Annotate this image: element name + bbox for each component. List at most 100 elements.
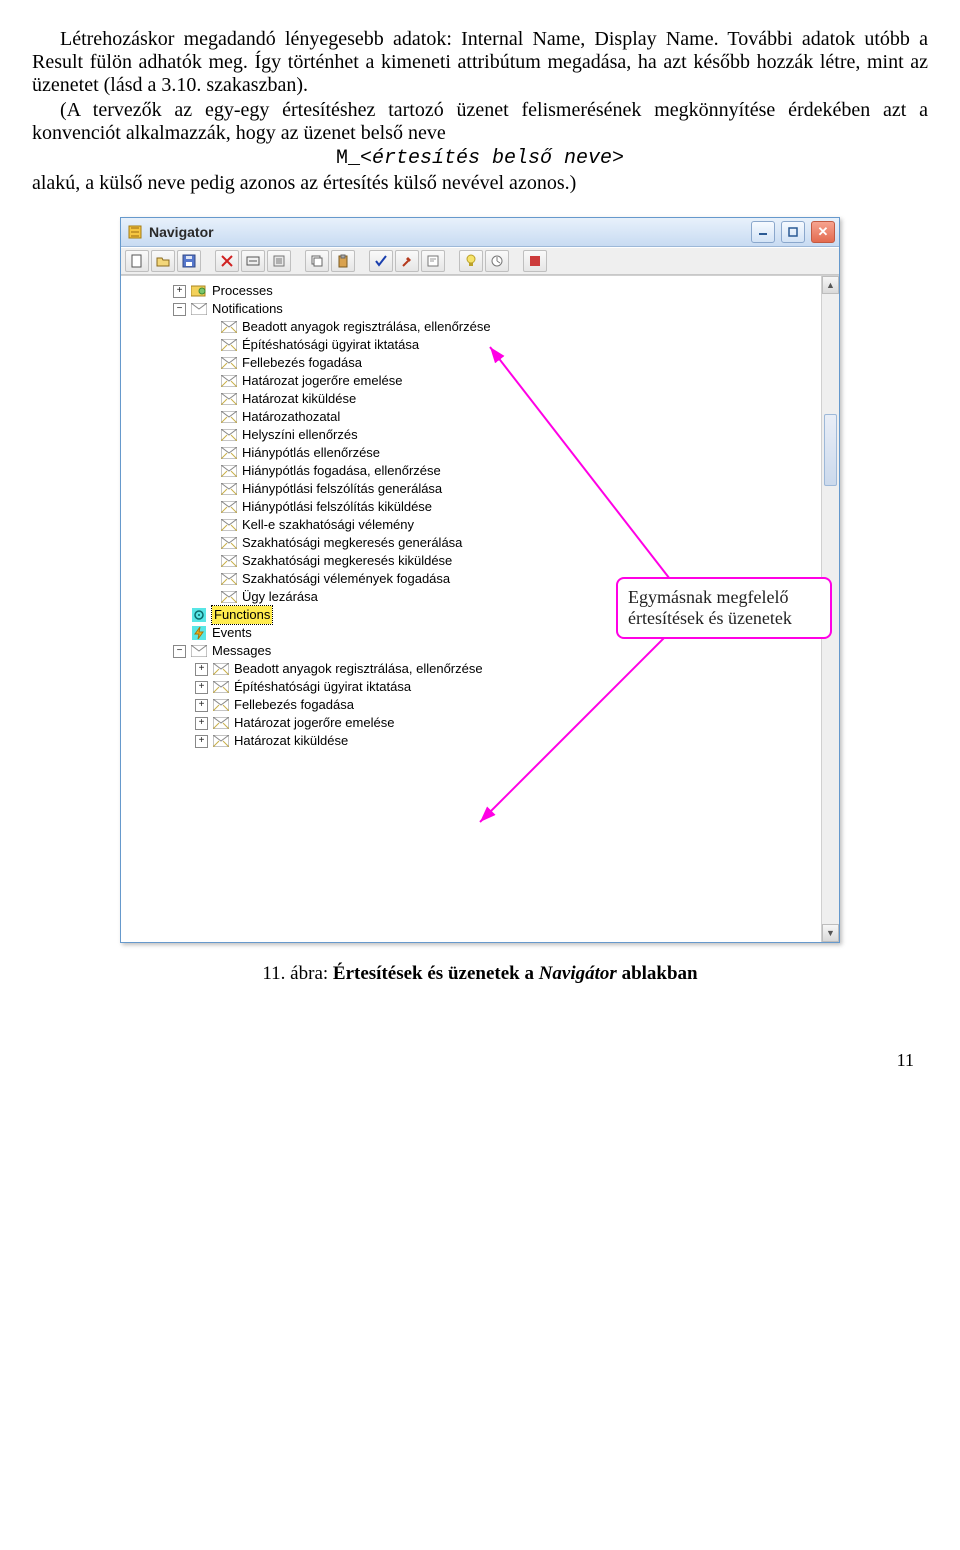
envelope-icon [221,374,237,388]
tree-leaf-notification[interactable]: Hiánypótlás ellenőrzése [133,444,821,462]
toolbar-paste[interactable] [331,250,355,272]
envelope-icon [221,338,237,352]
toolbar-open[interactable] [151,250,175,272]
app-icon [127,224,143,240]
tree-leaf-notification[interactable]: Határozat jogerőre emelése [133,372,821,390]
tree-label: Határozat jogerőre emelése [234,714,394,732]
envelope-icon [221,482,237,496]
tree-leaf-message[interactable]: + Határozat kiküldése [133,732,821,750]
tree-label: Functions [212,606,272,624]
scroll-down-button[interactable]: ▼ [822,924,839,942]
toolbar-properties[interactable] [267,250,291,272]
tree-leaf-message[interactable]: + Építéshatósági ügyirat iktatása [133,678,821,696]
tree-label: Notifications [212,300,283,318]
tree-label: Határozat kiküldése [242,390,356,408]
tree-label: Hiánypótlás ellenőrzése [242,444,380,462]
tree-leaf-notification[interactable]: Építéshatósági ügyirat iktatása [133,336,821,354]
tree-node-processes[interactable]: + Processes [133,282,821,300]
toolbar-save[interactable] [177,250,201,272]
toolbar-idea[interactable] [459,250,483,272]
envelope-icon [221,428,237,442]
process-icon [191,284,207,298]
tree-label: Kell-e szakhatósági vélemény [242,516,414,534]
envelope-icon [221,554,237,568]
scroll-up-button[interactable]: ▲ [822,276,839,294]
tree-node-notifications[interactable]: − Notifications [133,300,821,318]
tree-leaf-message[interactable]: +Beadott anyagok regisztrálása, ellenőrz… [133,660,821,678]
tree-label: Messages [212,642,271,660]
tree-leaf-notification[interactable]: Szakhatósági megkeresés kiküldése [133,552,821,570]
envelope-icon [221,320,237,334]
maximize-button[interactable] [781,221,805,243]
envelope-icon [221,446,237,460]
scroll-thumb[interactable] [824,414,837,486]
envelope-icon [221,590,237,604]
tree-label: Hiánypótlási felszólítás generálása [242,480,442,498]
envelope-icon [221,356,237,370]
naming-formula: M_<értesítés belső neve> [32,147,928,170]
expander-icon[interactable]: + [173,285,186,298]
tree-node-messages[interactable]: − Messages [133,642,821,660]
navigator-figure: Navigator ✕ [120,217,840,943]
tree-label: Hiánypótlási felszólítás kiküldése [242,498,432,516]
tree-leaf-notification[interactable]: Hiánypótlási felszólítás generálása [133,480,821,498]
tree-leaf-notification[interactable]: Határozathozatal [133,408,821,426]
tree-leaf-notification[interactable]: Helyszíni ellenőrzés [133,426,821,444]
toolbar-new[interactable] [125,250,149,272]
envelope-icon [213,716,229,730]
tree-label: Szakhatósági megkeresés generálása [242,534,462,552]
tree-leaf-notification[interactable]: Beadott anyagok regisztrálása, ellenőrzé… [133,318,821,336]
tree-label: Építéshatósági ügyirat iktatása [242,336,419,354]
toolbar-check[interactable] [369,250,393,272]
toolbar-tools[interactable] [395,250,419,272]
envelope-icon [221,518,237,532]
toolbar-clock[interactable] [485,250,509,272]
minimize-button[interactable] [751,221,775,243]
caption-number: 11. ábra: [262,963,333,984]
toolbar-copy[interactable] [305,250,329,272]
envelope-icon [213,734,229,748]
tree-leaf-notification[interactable]: Határozat kiküldése [133,390,821,408]
envelope-icon [191,302,207,316]
paragraph-3: alakú, a külső neve pedig azonos az érte… [32,172,928,195]
expander-icon[interactable]: + [195,717,208,730]
titlebar[interactable]: Navigator ✕ [121,218,839,247]
toolbar-script[interactable] [421,250,445,272]
close-button[interactable]: ✕ [811,221,835,243]
toolbar-delete[interactable] [215,250,239,272]
toolbar-rename[interactable] [241,250,265,272]
envelope-icon [221,536,237,550]
tree-leaf-notification[interactable]: Kell-e szakhatósági vélemény [133,516,821,534]
tree-leaf-notification[interactable]: Szakhatósági megkeresés generálása [133,534,821,552]
expander-icon[interactable]: + [195,699,208,712]
toolbar [121,247,839,275]
tree-label: Építéshatósági ügyirat iktatása [234,678,411,696]
envelope-icon [213,698,229,712]
expander-icon[interactable]: + [195,663,208,676]
tree-leaf-notification[interactable]: Hiánypótlási felszólítás kiküldése [133,498,821,516]
expander-icon[interactable]: + [195,735,208,748]
tree-leaf-notification[interactable]: Hiánypótlás fogadása, ellenőrzése [133,462,821,480]
tree-leaf-notification[interactable]: Fellebezés fogadása [133,354,821,372]
window-title: Navigator [149,224,745,240]
tree-label: Határozat jogerőre emelése [242,372,402,390]
envelope-icon [221,392,237,406]
toolbar-stop[interactable] [523,250,547,272]
tree-leaf-message[interactable]: + Határozat jogerőre emelése [133,714,821,732]
tree-label: Hiánypótlás fogadása, ellenőrzése [242,462,441,480]
tree-label: Fellebezés fogadása [234,696,354,714]
envelope-icon [221,464,237,478]
tree-label: Ügy lezárása [242,588,318,606]
caption-text-end: ablakban [617,963,698,984]
expander-icon[interactable]: + [195,681,208,694]
tree-label: Határozat kiküldése [234,732,348,750]
tree-label: Fellebezés fogadása [242,354,362,372]
page-number: 11 [0,1014,960,1071]
tree-label: Processes [212,282,273,300]
tree-label: Events [212,624,252,642]
expander-icon[interactable]: − [173,303,186,316]
envelope-icon [221,500,237,514]
expander-icon[interactable]: − [173,645,186,658]
tree-label: Szakhatósági megkeresés kiküldése [242,552,452,570]
tree-leaf-message[interactable]: + Fellebezés fogadása [133,696,821,714]
